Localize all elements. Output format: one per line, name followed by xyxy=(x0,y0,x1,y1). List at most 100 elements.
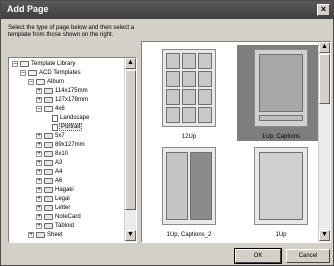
expand-icon[interactable]: + xyxy=(28,232,34,238)
expand-icon[interactable]: + xyxy=(36,196,42,202)
ok-button[interactable]: OK xyxy=(234,248,282,264)
photo-cell xyxy=(198,107,212,123)
tree-item-label: NoteCard xyxy=(55,214,81,220)
folder-icon xyxy=(44,196,53,202)
expand-icon[interactable]: + xyxy=(36,88,42,94)
expand-icon[interactable]: + xyxy=(36,97,42,103)
collapse-icon[interactable]: − xyxy=(20,70,26,76)
expand-icon[interactable]: + xyxy=(36,187,42,193)
tree-item[interactable]: +89x127mm xyxy=(36,141,85,149)
collapse-icon[interactable]: − xyxy=(36,106,42,112)
folder-icon xyxy=(44,133,53,139)
folder-icon xyxy=(44,142,53,148)
photo-cell xyxy=(166,53,180,69)
tree-item[interactable]: + Legal xyxy=(36,195,70,203)
tree-item-label: A3 xyxy=(55,160,63,166)
tree-item-label: Tabloid xyxy=(55,223,75,229)
photo-frame xyxy=(259,54,303,112)
folder-icon xyxy=(44,178,53,184)
tree-item[interactable]: + Letter xyxy=(36,204,70,212)
template-label: 12Up xyxy=(181,134,197,140)
tree-item-label: 114x175mm xyxy=(55,88,88,94)
tree-item-label: A4 xyxy=(55,169,63,175)
template-1up-captions-2[interactable]: 1Up, Captions_2 xyxy=(145,143,233,239)
photo-frame xyxy=(190,152,212,220)
tree-item-label: Template Library xyxy=(31,61,76,67)
photo-cell xyxy=(182,71,196,87)
photo-cell xyxy=(182,89,196,105)
instructions-text: Select the type of page below and then s… xyxy=(8,25,135,38)
folder-icon xyxy=(44,187,53,193)
template-library-tree[interactable]: − Template Library − ACD Templates − Album +11… xyxy=(8,57,137,243)
folder-icon xyxy=(36,232,45,238)
collapse-icon[interactable]: − xyxy=(12,61,18,67)
folder-icon xyxy=(44,214,53,220)
tree-item[interactable]: + A3 xyxy=(36,159,62,167)
expand-icon[interactable]: + xyxy=(36,160,42,166)
template-label: 1Up, Captions xyxy=(261,134,301,140)
template-1up[interactable]: 1Up xyxy=(237,143,325,239)
gallery-scroll-thumb[interactable] xyxy=(319,54,330,104)
expand-icon[interactable]: + xyxy=(36,133,42,139)
folder-icon xyxy=(44,88,53,94)
collapse-icon[interactable]: − xyxy=(28,79,34,85)
expand-icon[interactable]: + xyxy=(36,151,42,157)
tree-item-label: 89x127mm xyxy=(55,142,85,148)
tree-item[interactable]: +127x178mm xyxy=(36,96,88,104)
tree-item-label: 127x178mm xyxy=(55,97,89,103)
gallery-scrollbar[interactable]: ▲ ▼ xyxy=(318,42,330,242)
tree-item-label: Letter xyxy=(55,205,71,211)
gallery-scroll-up-arrow[interactable]: ▲ xyxy=(319,42,330,53)
tree-item[interactable]: Portrait xyxy=(44,123,83,131)
expand-icon[interactable]: + xyxy=(36,214,42,220)
expand-icon[interactable]: + xyxy=(36,142,42,148)
photo-cell xyxy=(166,71,180,87)
tree-item[interactable]: + A4 xyxy=(36,168,62,176)
tree-item[interactable]: − Template Library xyxy=(12,60,75,68)
expand-icon[interactable]: + xyxy=(36,169,42,175)
tree-item[interactable]: +114x175mm xyxy=(36,87,88,95)
photo-cell xyxy=(198,89,212,105)
folder-open-icon xyxy=(20,61,29,67)
tree-item[interactable]: +5x7 xyxy=(36,132,65,140)
page-icon xyxy=(52,114,58,122)
tree-scrollbar[interactable]: ▲ ▼ xyxy=(124,58,136,242)
tree-item-label: 4x6 xyxy=(55,106,65,112)
photo-cell xyxy=(182,107,196,123)
caption-box xyxy=(259,115,303,121)
tree-item[interactable]: + Sheet xyxy=(28,231,63,239)
template-thumbnail xyxy=(254,49,308,127)
template-12up[interactable]: 12Up xyxy=(145,45,233,141)
tree-scroll-down-arrow[interactable]: ▼ xyxy=(125,230,136,241)
gallery-scroll-down-arrow[interactable]: ▼ xyxy=(319,230,330,241)
template-1up-captions[interactable]: 1Up, Captions xyxy=(237,45,325,141)
tree-item[interactable]: + Tabloid xyxy=(36,222,74,230)
close-button[interactable]: × xyxy=(317,4,330,16)
photo-cell xyxy=(182,53,196,69)
tree-scroll-thumb[interactable] xyxy=(125,70,136,210)
tree-item[interactable]: + A6 xyxy=(36,177,62,185)
expand-icon[interactable]: + xyxy=(36,205,42,211)
tree-item-label: Album xyxy=(47,79,65,85)
expand-icon[interactable]: + xyxy=(36,223,42,229)
page-icon xyxy=(52,123,58,131)
folder-open-icon xyxy=(44,106,53,112)
title-bar[interactable]: Add Page × xyxy=(1,1,333,19)
tree-item-label: Landscape xyxy=(60,115,90,121)
tree-item[interactable]: + Hagaki xyxy=(36,186,74,194)
tree-item[interactable]: − 4x6 xyxy=(36,105,65,113)
expand-icon[interactable]: + xyxy=(36,178,42,184)
tree-item[interactable]: − ACD Templates xyxy=(20,69,81,77)
folder-open-icon xyxy=(36,79,45,85)
tree-item[interactable]: Landscape xyxy=(44,114,89,122)
tree-scroll-up-arrow[interactable]: ▲ xyxy=(125,58,136,69)
template-gallery[interactable]: 12Up 1Up, Captions 1Up, Captions_2 1Up ▲ xyxy=(141,41,331,243)
tree-item-label: 5x7 xyxy=(55,133,65,139)
cancel-button[interactable]: Cancel xyxy=(286,249,330,263)
photo-cell xyxy=(198,71,212,87)
tree-item[interactable]: − Album xyxy=(28,78,64,86)
tree-item[interactable]: +8x10 xyxy=(36,150,68,158)
tree-item-label: 8x10 xyxy=(55,151,69,157)
tree-item[interactable]: + NoteCard xyxy=(36,213,81,221)
folder-icon xyxy=(44,223,53,229)
